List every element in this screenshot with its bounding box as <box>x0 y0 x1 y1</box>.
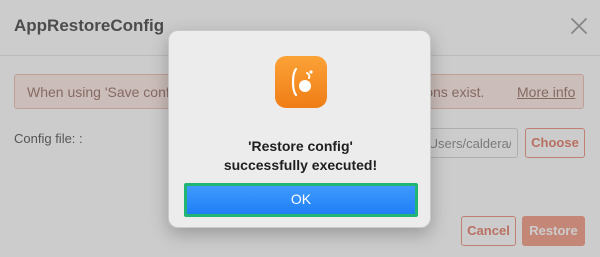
alert-message-line2: successfully executed! <box>223 157 378 173</box>
app-icon <box>275 56 327 108</box>
success-alert: 'Restore config' successfully executed! … <box>168 30 431 228</box>
alert-message: 'Restore config' successfully executed! <box>169 137 432 175</box>
alert-message-line1: 'Restore config' <box>248 138 353 154</box>
ok-button[interactable]: OK <box>184 183 418 217</box>
